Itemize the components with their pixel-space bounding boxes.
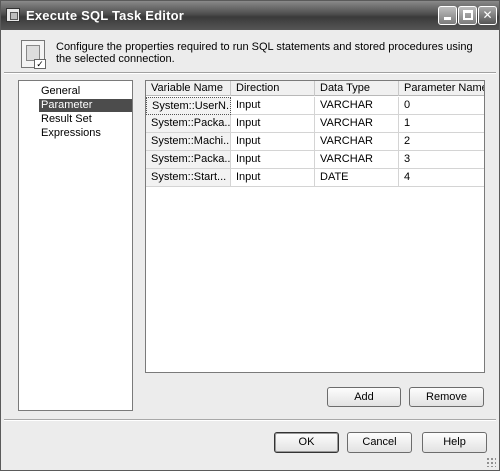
cell-direction[interactable]: Input — [231, 151, 315, 169]
column-header-parameter-name[interactable]: Parameter Name — [399, 81, 484, 96]
maximize-icon — [462, 10, 473, 20]
parameter-mapping-grid[interactable]: Variable Name Direction Data Type Parame… — [145, 80, 485, 373]
cell-variable-name[interactable]: System::UserN... — [146, 97, 231, 115]
header-description: Configure the properties required to run… — [56, 41, 473, 65]
nav-item-result-set[interactable]: Result Set — [39, 113, 94, 126]
nav-item-parameter-mapping[interactable]: Parameter Mapping — [39, 99, 132, 124]
cell-data-type[interactable]: VARCHAR — [315, 151, 399, 169]
cell-direction[interactable]: Input — [231, 169, 315, 187]
table-row[interactable]: System::Packa... Input VARCHAR 1 — [146, 115, 484, 133]
maximize-button[interactable] — [458, 6, 477, 25]
close-icon: ✕ — [482, 8, 493, 22]
execute-sql-task-editor-dialog: Execute SQL Task Editor ✕ ✓ Configure th… — [0, 0, 500, 471]
cell-data-type[interactable]: VARCHAR — [315, 133, 399, 151]
column-header-direction[interactable]: Direction — [231, 81, 315, 96]
cell-direction[interactable]: Input — [231, 115, 315, 133]
cell-parameter-name[interactable]: 0 — [399, 97, 484, 115]
cell-data-type[interactable]: VARCHAR — [315, 97, 399, 115]
cell-parameter-name[interactable]: 3 — [399, 151, 484, 169]
footer-divider — [4, 419, 496, 421]
cell-variable-name[interactable]: System::Start... — [146, 169, 231, 187]
title-bar[interactable]: Execute SQL Task Editor ✕ — [1, 1, 499, 30]
column-header-data-type[interactable]: Data Type — [315, 81, 399, 96]
cell-variable-name[interactable]: System::Packa... — [146, 151, 231, 169]
cancel-button[interactable]: Cancel — [347, 432, 412, 453]
page-navigation-list: General Parameter Mapping Result Set Exp… — [18, 80, 133, 411]
table-row[interactable]: System::UserN... Input VARCHAR 0 — [146, 97, 484, 115]
minimize-icon — [444, 17, 451, 20]
cell-variable-name[interactable]: System::Packa... — [146, 115, 231, 133]
cell-variable-name[interactable]: System::Machi... — [146, 133, 231, 151]
nav-item-expressions[interactable]: Expressions — [39, 127, 103, 140]
table-row[interactable]: System::Machi... Input VARCHAR 2 — [146, 133, 484, 151]
help-button[interactable]: Help — [422, 432, 487, 453]
task-editor-icon — [6, 8, 20, 22]
table-row[interactable]: System::Start... Input DATE 4 — [146, 169, 484, 187]
column-header-variable-name[interactable]: Variable Name — [146, 81, 231, 96]
nav-item-general[interactable]: General — [39, 85, 82, 98]
close-button[interactable]: ✕ — [478, 6, 497, 25]
add-button[interactable]: Add — [327, 387, 401, 407]
cell-direction[interactable]: Input — [231, 133, 315, 151]
cell-direction[interactable]: Input — [231, 97, 315, 115]
window-title: Execute SQL Task Editor — [26, 8, 185, 23]
resize-grip[interactable] — [486, 457, 496, 467]
grid-header: Variable Name Direction Data Type Parame… — [146, 81, 484, 96]
cell-parameter-name[interactable]: 2 — [399, 133, 484, 151]
table-row[interactable]: System::Packa... Input VARCHAR 3 — [146, 151, 484, 169]
sql-task-icon: ✓ — [21, 40, 46, 69]
remove-button[interactable]: Remove — [409, 387, 484, 407]
cell-data-type[interactable]: VARCHAR — [315, 115, 399, 133]
minimize-button[interactable] — [438, 6, 457, 25]
cell-parameter-name[interactable]: 1 — [399, 115, 484, 133]
header-divider — [4, 72, 496, 74]
ok-button[interactable]: OK — [274, 432, 339, 453]
cell-parameter-name[interactable]: 4 — [399, 169, 484, 187]
cell-data-type[interactable]: DATE — [315, 169, 399, 187]
